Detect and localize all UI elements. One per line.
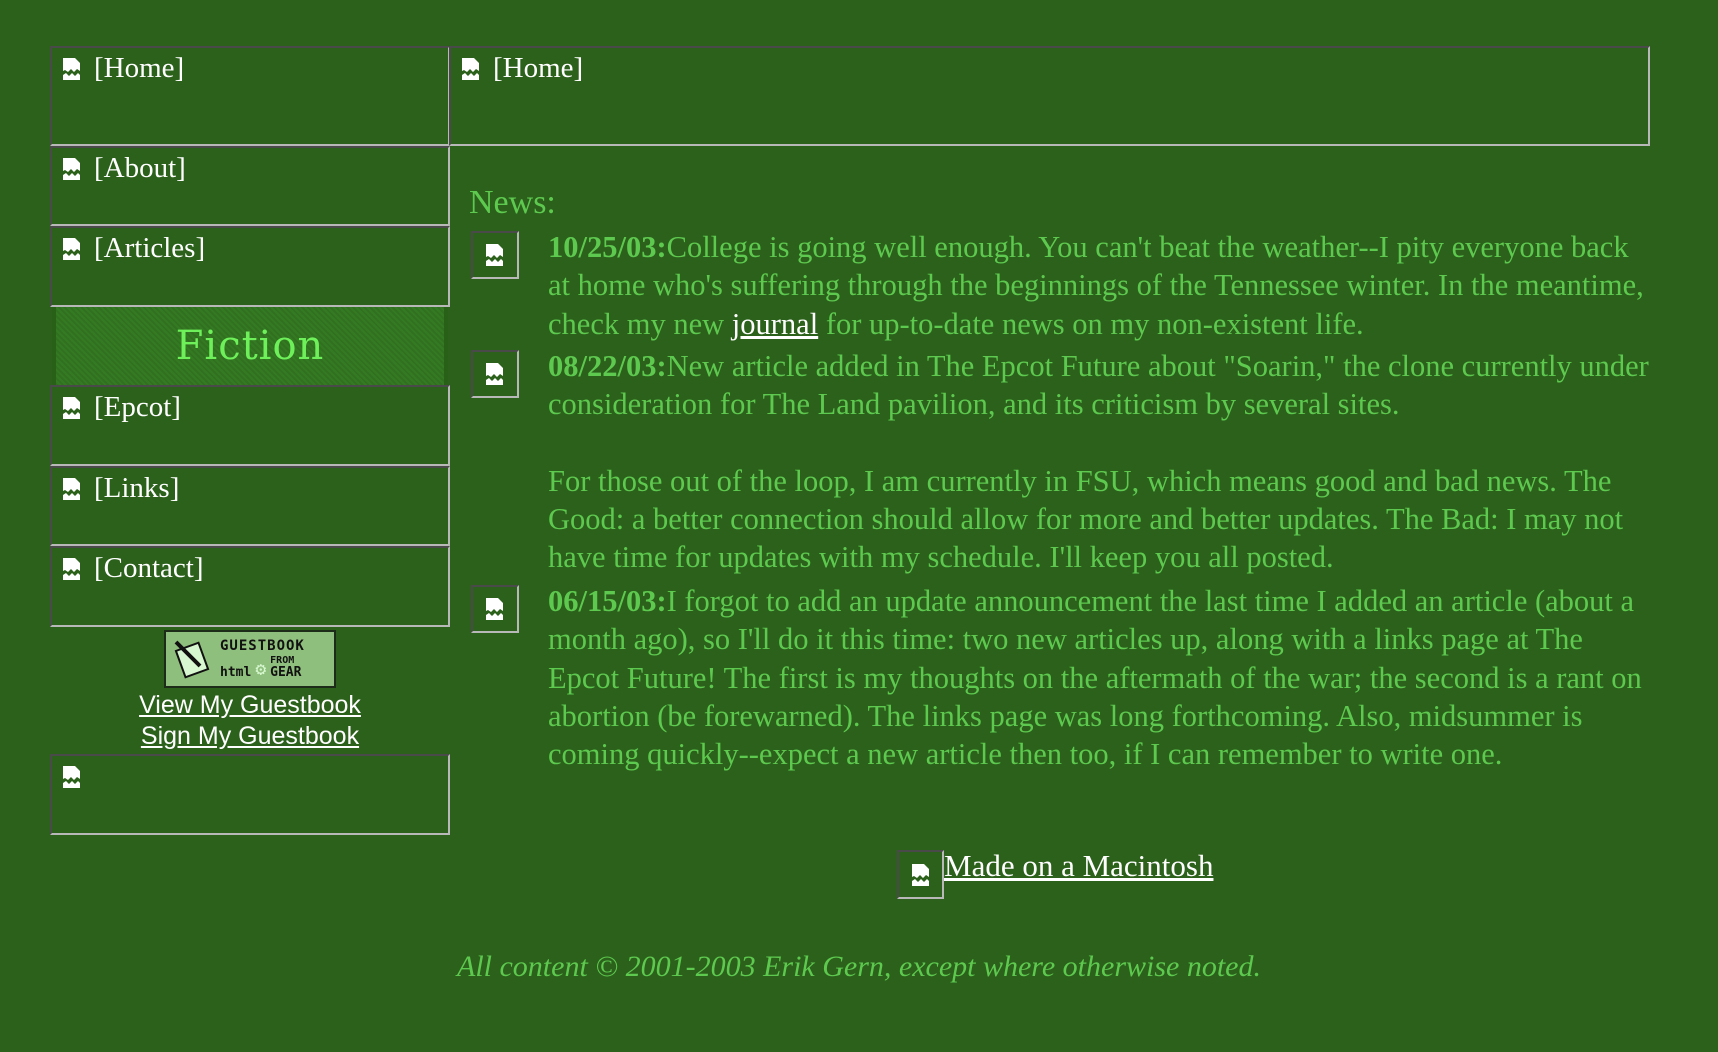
news-entry-date: 08/22/03:	[548, 349, 667, 383]
sidebar-cell-links: [Links]	[50, 466, 450, 546]
broken-image-icon	[60, 556, 84, 582]
news-entry: 08/22/03:New article added in The Epcot …	[548, 347, 1654, 576]
header-home-link[interactable]: [Home]	[459, 52, 583, 85]
made-on-mac-link[interactable]: Made on a Macintosh	[944, 850, 1213, 881]
broken-image-icon	[897, 850, 944, 899]
sidebar-item-home[interactable]: [Home]	[60, 52, 184, 85]
broken-image-icon	[60, 476, 84, 502]
sidebar-item-label: [Articles]	[94, 232, 206, 264]
sidebar-item-label: [Links]	[94, 472, 180, 504]
broken-image-icon	[60, 156, 84, 182]
news-entry-text-paragraph: For those out of the loop, I am currentl…	[548, 463, 1624, 575]
news-entry-date: 06/15/03:	[548, 584, 667, 618]
sidebar-empty-cell	[50, 754, 450, 835]
journal-link[interactable]: journal	[732, 307, 818, 341]
broken-image-icon	[483, 596, 507, 622]
news-entry: 06/15/03:I forgot to add an update annou…	[548, 582, 1654, 773]
header-home-label: [Home]	[493, 52, 584, 84]
guestbook-badge[interactable]: GUESTBOOK html ⚙ FROM GEAR	[164, 630, 336, 688]
sidebar-item-articles[interactable]: [Articles]	[60, 232, 205, 265]
sidebar-item-label: [Contact]	[94, 552, 204, 584]
sidebar-item-contact[interactable]: [Contact]	[60, 552, 204, 585]
sidebar-cell-about: [About]	[50, 146, 450, 226]
broken-image-icon	[60, 764, 84, 790]
fiction-banner-label: Fiction	[175, 323, 325, 369]
news-entry: 10/25/03:College is going well enough. Y…	[548, 228, 1654, 343]
news-entry-text: for up-to-date news on my non-existent l…	[818, 306, 1364, 341]
sidebar-item-links[interactable]: [Links]	[60, 472, 179, 505]
sidebar-item-label: [About]	[94, 152, 186, 184]
news-entry-text: I forgot to add an update announcement t…	[548, 584, 1642, 772]
news-bullet-image	[471, 350, 519, 398]
news-bullet-image	[471, 231, 519, 279]
broken-image-icon	[483, 242, 507, 268]
sidebar-item-label: [Epcot]	[94, 391, 181, 423]
copyright-footer: All content © 2001-2003 Erik Gern, excep…	[457, 950, 1261, 983]
header-banner: [Home]	[449, 46, 1650, 146]
gear-icon: ⚙	[255, 659, 267, 680]
view-guestbook-link[interactable]: View My Guestbook	[52, 691, 448, 720]
guestbook-badge-html: html	[220, 665, 252, 680]
sidebar-item-label: [Home]	[94, 52, 185, 84]
sidebar-cell-articles: [Articles]	[50, 226, 450, 307]
news-entry-text: New article added in The Epcot Future ab…	[548, 349, 1649, 422]
sidebar-cell-epcot: [Epcot]	[50, 385, 450, 466]
sidebar-cell-contact: [Contact]	[50, 546, 450, 627]
news-bullet-image	[471, 585, 519, 633]
sidebar-item-about[interactable]: [About]	[60, 152, 186, 185]
broken-image-icon	[459, 56, 483, 82]
news-heading: News:	[469, 184, 556, 221]
sidebar-item-epcot[interactable]: [Epcot]	[60, 391, 181, 424]
guestbook-badge-gear: GEAR	[270, 665, 302, 680]
news-entry-date: 10/25/03:	[548, 230, 667, 264]
guestbook-badge-title: GUESTBOOK	[220, 638, 305, 654]
made-on-mac-badge: Made on a Macintosh	[897, 850, 1213, 899]
notebook-pencil-icon	[166, 632, 220, 686]
broken-image-icon	[483, 361, 507, 387]
broken-image-icon	[60, 236, 84, 262]
broken-image-icon	[60, 56, 84, 82]
sign-guestbook-link[interactable]: Sign My Guestbook	[52, 722, 448, 751]
fiction-section-banner: Fiction	[52, 307, 448, 385]
sidebar-cell-home: [Home]	[50, 46, 450, 146]
broken-image-icon	[60, 395, 84, 421]
